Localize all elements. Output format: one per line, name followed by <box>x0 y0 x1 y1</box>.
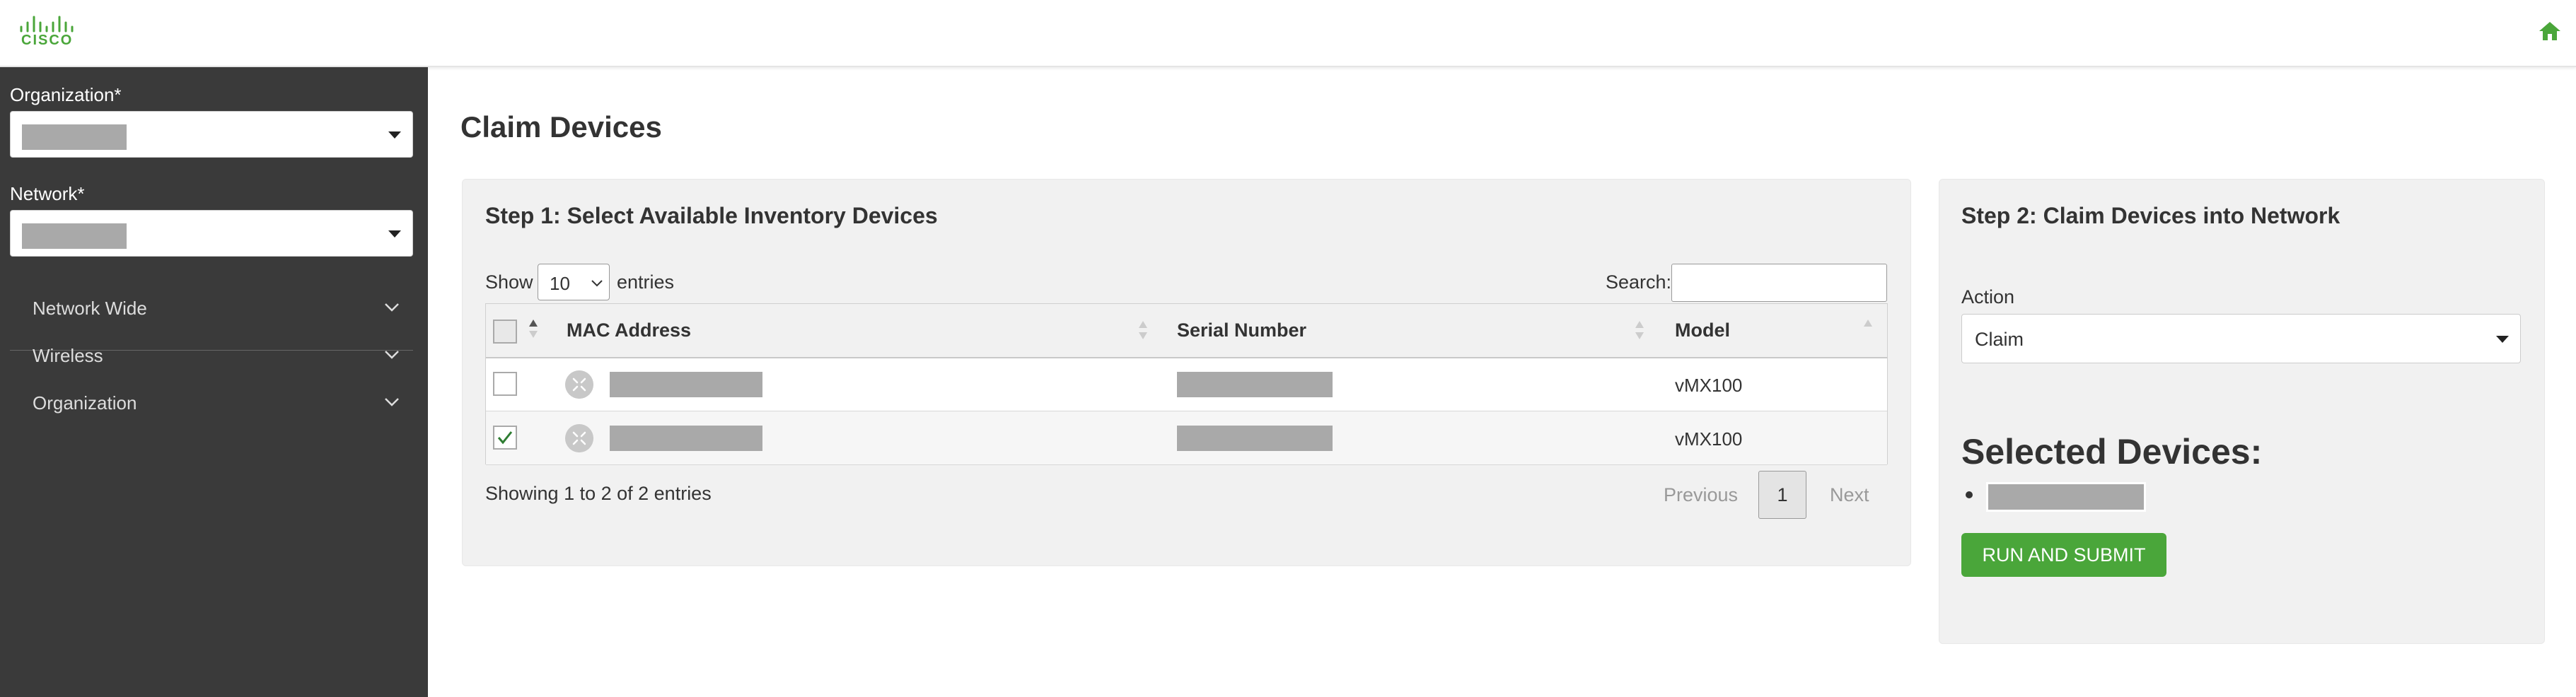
pager-next-button[interactable]: Next <box>1830 484 1869 506</box>
selected-devices-title: Selected Devices: <box>1961 432 2263 472</box>
page-length-select[interactable]: 10 <box>538 264 610 300</box>
model-cell: vMX100 <box>1675 428 1743 450</box>
select-all-checkbox[interactable] <box>493 320 517 344</box>
action-value: Claim <box>1975 329 2024 350</box>
column-header-model[interactable]: Model <box>1675 320 1730 341</box>
network-value-redacted <box>22 223 127 249</box>
show-label: Show <box>485 271 533 293</box>
mac-address-redacted <box>610 426 762 451</box>
search-input[interactable] <box>1671 264 1887 302</box>
action-select[interactable]: Claim <box>1961 314 2521 363</box>
chevron-down-icon <box>385 303 399 312</box>
list-bullet <box>1966 491 1973 498</box>
step1-title: Step 1: Select Available Inventory Devic… <box>485 203 938 228</box>
sidebar-item-organization[interactable]: Organization <box>0 382 428 425</box>
organization-select[interactable] <box>10 111 413 158</box>
sidebar-item-wireless[interactable]: Wireless <box>0 335 428 377</box>
page-title: Claim Devices <box>460 110 662 144</box>
pager-previous-button[interactable]: Previous <box>1664 484 1738 506</box>
caret-down-icon <box>388 230 401 238</box>
model-cell: vMX100 <box>1675 375 1743 396</box>
device-icon <box>565 370 593 399</box>
caret-down-icon <box>388 131 401 139</box>
chevron-down-icon <box>385 351 399 359</box>
sort-icon[interactable] <box>1635 320 1644 341</box>
logo-text: CISCO <box>21 33 74 48</box>
sidebar-item-label: Wireless <box>33 345 103 366</box>
action-label: Action <box>1961 286 2015 308</box>
column-header-serial[interactable]: Serial Number <box>1177 320 1306 341</box>
network-label: Network* <box>10 183 85 204</box>
search-label: Search: <box>1606 271 1672 293</box>
table-header: MAC Address Serial Number Model <box>486 304 1887 358</box>
chevron-down-icon <box>591 280 603 287</box>
table-row[interactable]: vMX100 <box>486 358 1887 411</box>
pager-page-1[interactable]: 1 <box>1758 471 1806 519</box>
devices-table: MAC Address Serial Number Model vMX100 v… <box>485 303 1888 465</box>
selected-device-redacted <box>1986 482 2146 512</box>
sort-icon[interactable] <box>1863 318 1873 339</box>
sidebar-item-label: Network Wide <box>33 298 147 319</box>
table-info: Showing 1 to 2 of 2 entries <box>485 483 712 504</box>
mac-address-redacted <box>610 372 762 397</box>
page-length-value: 10 <box>550 273 570 294</box>
network-select[interactable] <box>10 210 413 257</box>
column-header-mac[interactable]: MAC Address <box>567 320 691 341</box>
sidebar-item-label: Organization <box>33 392 137 414</box>
sidebar: Organization* Network* Network Wide Wire… <box>0 67 428 697</box>
caret-down-icon <box>2496 336 2509 343</box>
table-row[interactable]: vMX100 <box>486 411 1887 465</box>
device-icon <box>565 424 593 452</box>
row-checkbox-checked[interactable] <box>493 426 517 450</box>
serial-number-redacted <box>1177 426 1333 451</box>
home-icon[interactable] <box>2538 20 2562 42</box>
top-header: CISCO <box>0 0 2576 67</box>
serial-number-redacted <box>1177 372 1333 397</box>
sort-icon[interactable] <box>1138 320 1148 341</box>
step2-title: Step 2: Claim Devices into Network <box>1961 203 2340 228</box>
organization-value-redacted <box>22 124 127 150</box>
sort-asc-icon[interactable] <box>528 318 538 339</box>
run-and-submit-button[interactable]: RUN AND SUBMIT <box>1961 533 2166 577</box>
entries-label: entries <box>617 271 675 293</box>
row-checkbox[interactable] <box>493 372 517 396</box>
sidebar-item-network-wide[interactable]: Network Wide <box>0 288 428 330</box>
checkmark-icon <box>497 431 513 445</box>
organization-label: Organization* <box>10 84 122 105</box>
chevron-down-icon <box>385 398 399 406</box>
